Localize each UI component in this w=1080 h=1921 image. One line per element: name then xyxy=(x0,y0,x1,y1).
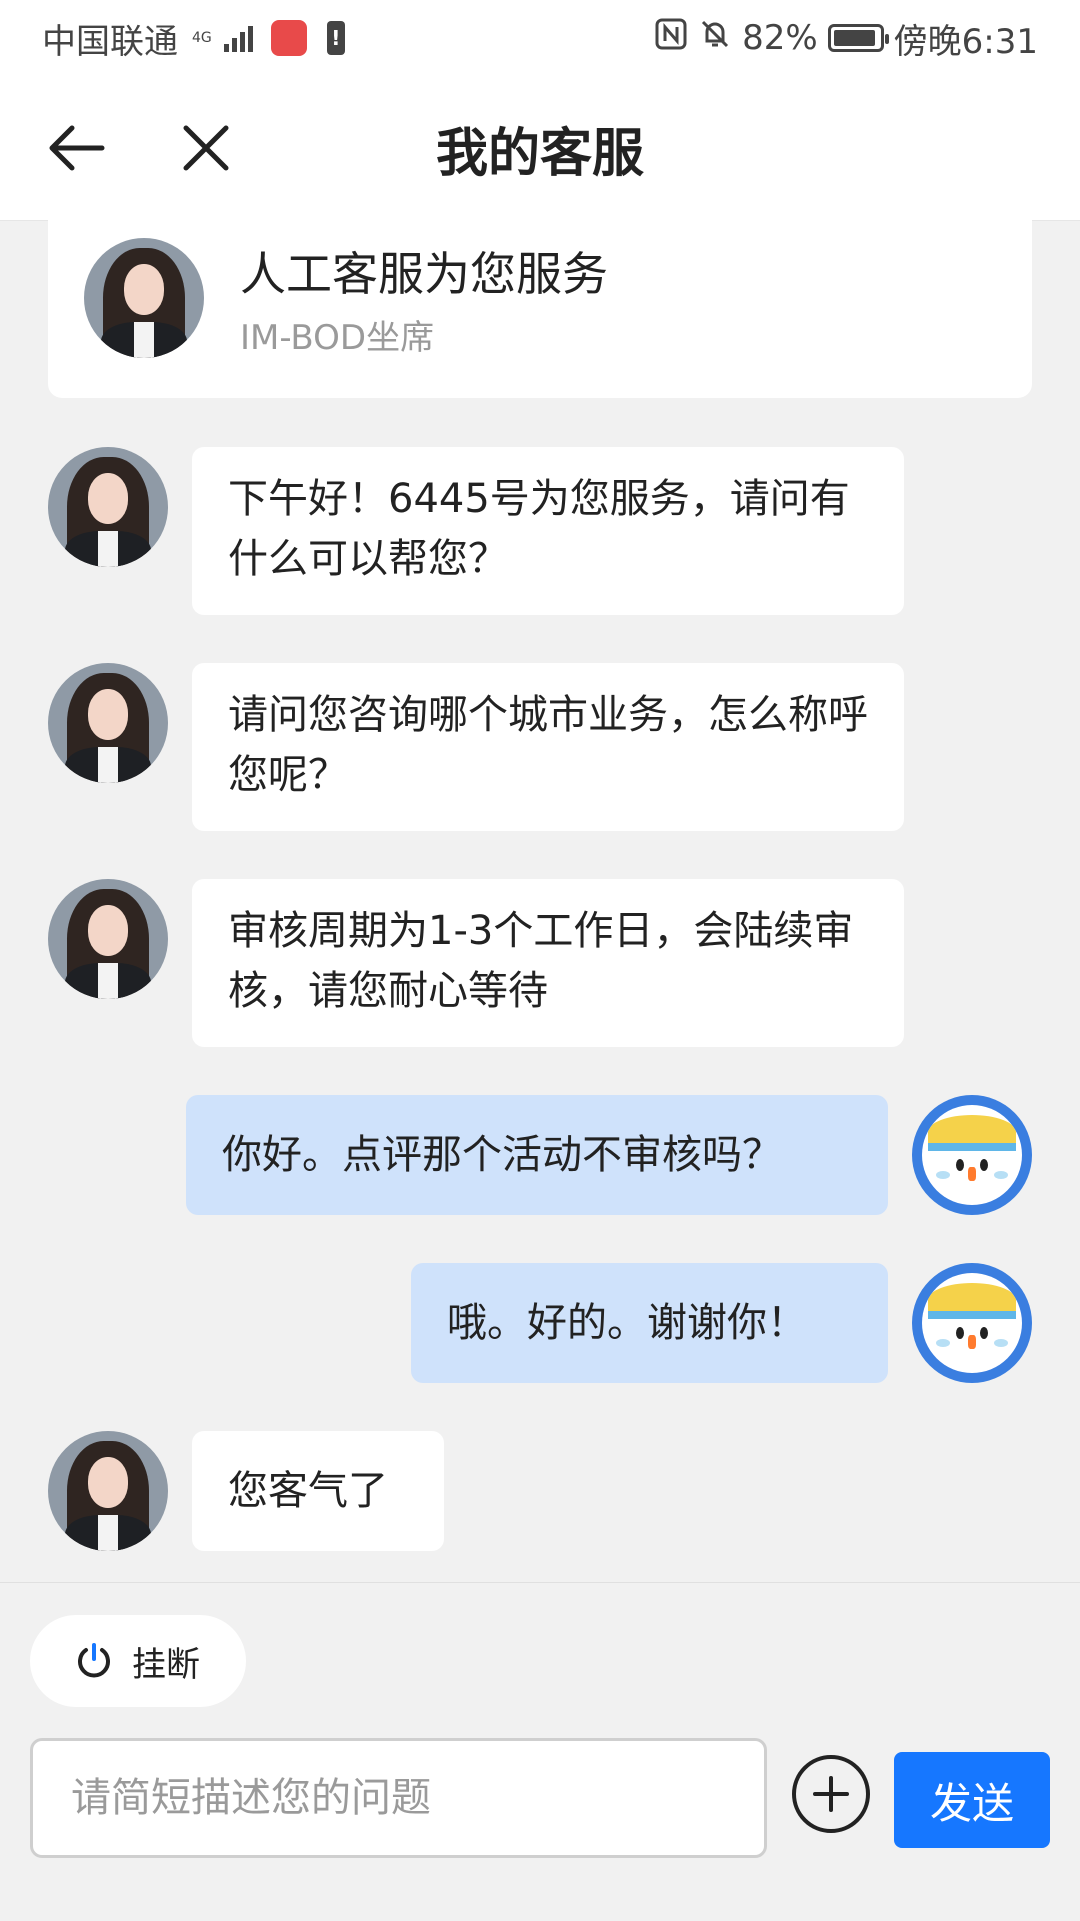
message-bubble-agent: 您客气了 xyxy=(192,1431,444,1551)
signal-icon xyxy=(223,24,253,52)
message-bubble-agent: 审核周期为1-3个工作日，会陆续审核，请您耐心等待 xyxy=(192,879,904,1047)
agent-card-subtitle: IM-BOD坐席 xyxy=(240,318,435,358)
input-area: 挂断 发送 xyxy=(0,1582,1080,1921)
carrier-name: 中国联通 xyxy=(42,21,178,62)
app-store-icon xyxy=(270,20,307,56)
hangup-label: 挂断 xyxy=(132,1644,200,1685)
page-title: 我的客服 xyxy=(435,123,644,184)
user-avatar xyxy=(912,1263,1032,1383)
battery-warning-icon: ! xyxy=(326,21,345,55)
nfc-icon xyxy=(654,17,688,60)
agent-avatar xyxy=(48,879,168,999)
network-type: 4G xyxy=(192,30,212,46)
add-attachment-button[interactable] xyxy=(792,1755,870,1833)
message-input-container xyxy=(30,1738,767,1858)
hangup-button[interactable]: 挂断 xyxy=(30,1615,246,1707)
send-button[interactable]: 发送 xyxy=(894,1752,1050,1848)
agent-avatar xyxy=(48,447,168,567)
agent-avatar xyxy=(48,663,168,783)
agent-card-title: 人工客服为您服务 xyxy=(240,247,608,301)
message-bubble-user: 哦。好的。谢谢你！ xyxy=(411,1263,888,1383)
message-bubble-agent: 请问您咨询哪个城市业务，怎么称呼您呢？ xyxy=(192,663,904,831)
battery-percent: 82% xyxy=(742,18,818,58)
agent-avatar xyxy=(84,238,204,358)
power-icon xyxy=(78,1643,110,1678)
header: 我的客服 xyxy=(0,76,1080,221)
battery-icon xyxy=(827,24,889,52)
clock: 傍晚6:31 xyxy=(893,21,1038,62)
plus-icon xyxy=(813,1776,849,1812)
status-left: 中国联通 4G ! xyxy=(42,14,345,63)
message-input[interactable] xyxy=(69,1774,728,1822)
message-bubble-agent: 下午好！6445号为您服务，请问有什么可以帮您？ xyxy=(192,447,904,615)
agent-card: 人工客服为您服务 IM-BOD坐席 xyxy=(48,220,1032,398)
message-bubble-user: 你好。点评那个活动不审核吗？ xyxy=(186,1095,888,1215)
user-avatar xyxy=(912,1095,1032,1215)
agent-avatar xyxy=(48,1431,168,1551)
status-bar: 中国联通 4G ! 82% 傍晚6:31 xyxy=(0,0,1080,76)
mute-bell-icon xyxy=(698,17,732,60)
status-right: 82% 傍晚6:31 xyxy=(654,14,1038,63)
